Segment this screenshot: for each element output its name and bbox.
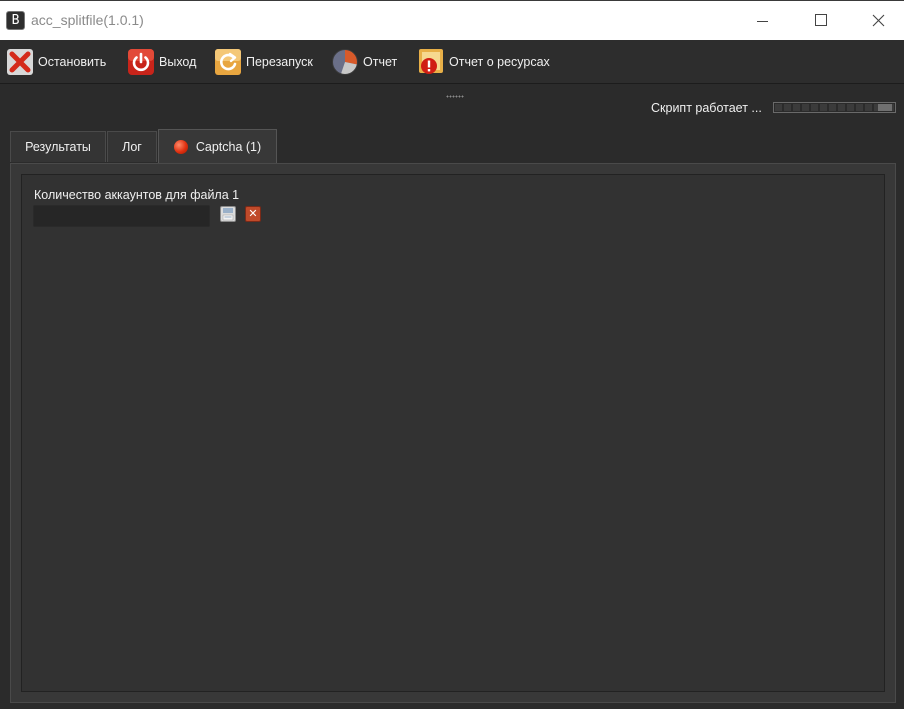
clear-button[interactable]: ✕ — [245, 206, 261, 222]
progress-chunk — [878, 104, 892, 111]
tab-captcha-label: Captcha (1) — [195, 140, 262, 154]
close-icon — [872, 14, 885, 27]
stop-label: Остановить — [38, 55, 107, 69]
resource-report-button[interactable]: Отчет о ресурсах — [417, 46, 550, 78]
script-status-text: Скрипт работает ... — [651, 101, 762, 115]
settings-area: Количество аккаунтов для файла 1 ✕ — [21, 174, 885, 692]
tab-results-label: Результаты — [25, 140, 91, 154]
resource-report-label: Отчет о ресурсах — [449, 55, 550, 69]
captcha-tab-panel: Количество аккаунтов для файла 1 ✕ — [10, 163, 896, 703]
maximize-button[interactable] — [791, 1, 849, 41]
pie-chart-icon — [332, 49, 358, 75]
restart-label: Перезапуск — [246, 55, 313, 69]
red-dot-icon — [173, 140, 188, 154]
splitter-handle[interactable] — [446, 95, 464, 98]
restart-button[interactable]: Перезапуск — [214, 46, 313, 78]
warning-icon — [419, 49, 443, 74]
accounts-count-label: Количество аккаунтов для файла 1 — [34, 188, 240, 202]
toolbar: Остановить Выход Перезапуск Отчет Отчет … — [0, 40, 904, 84]
red-x-icon — [7, 49, 33, 75]
exit-label: Выход — [159, 55, 197, 69]
power-icon — [128, 49, 154, 75]
accounts-count-input[interactable] — [33, 205, 210, 227]
minimize-button[interactable] — [733, 1, 791, 41]
app-icon: B — [6, 11, 25, 30]
stop-button[interactable]: Остановить — [6, 46, 106, 78]
report-label: Отчет — [363, 55, 398, 69]
bottom-edge — [0, 703, 904, 709]
tab-log[interactable]: Лог — [107, 131, 157, 162]
tab-log-label: Лог — [122, 140, 142, 154]
refresh-icon — [215, 49, 241, 75]
tab-results[interactable]: Результаты — [10, 131, 106, 162]
busy-progress-bar — [773, 102, 896, 113]
close-window-button[interactable] — [849, 1, 904, 41]
report-button[interactable]: Отчет — [331, 46, 397, 78]
save-icon[interactable] — [220, 206, 236, 222]
window-title: acc_splitfile(1.0.1) — [31, 12, 144, 28]
title-bar: B acc_splitfile(1.0.1) — [0, 0, 904, 40]
tab-captcha[interactable]: Captcha (1) — [158, 129, 277, 164]
exit-button[interactable]: Выход — [127, 46, 196, 78]
